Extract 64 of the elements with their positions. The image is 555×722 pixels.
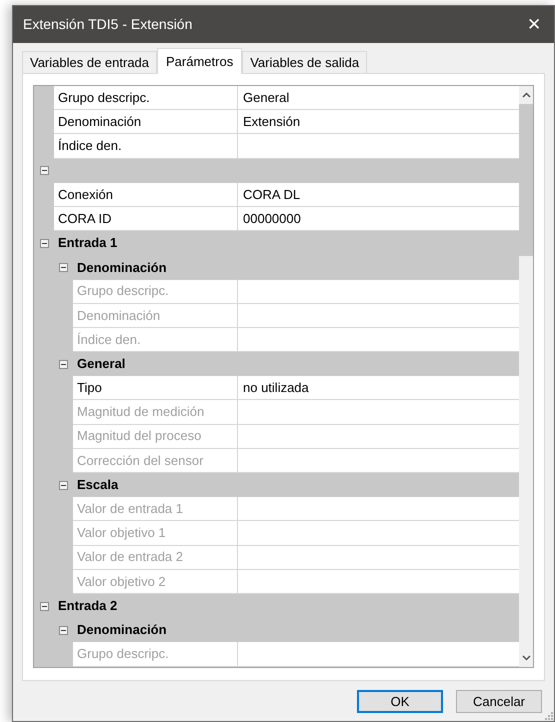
- property-name: Grupo descripc.: [73, 642, 238, 666]
- property-name: CORA ID: [54, 206, 238, 232]
- scrollbar[interactable]: [519, 86, 533, 667]
- property-name: Corrección del sensor: [73, 448, 238, 473]
- property-name: Tipo: [73, 376, 238, 400]
- property-value[interactable]: [238, 134, 519, 159]
- category-label: Entrada 1: [58, 234, 118, 252]
- collapse-icon[interactable]: [59, 480, 68, 490]
- dialog-button[interactable]: OK: [357, 690, 443, 713]
- property-name: Magnitud del proceso: [73, 424, 238, 449]
- collapse-icon[interactable]: [59, 262, 68, 272]
- dialog-button[interactable]: Cancelar: [456, 690, 542, 713]
- category-row[interactable]: Denominación: [34, 255, 519, 280]
- property-name: Índice den.: [73, 328, 238, 352]
- property-name: Índice den.: [54, 134, 238, 159]
- property-value[interactable]: 00000000: [238, 206, 519, 232]
- collapse-icon[interactable]: [59, 626, 68, 635]
- property-value[interactable]: [238, 304, 519, 328]
- collapse-icon[interactable]: [40, 602, 49, 611]
- property-name: Conexión: [54, 182, 238, 207]
- property-value[interactable]: [238, 424, 519, 449]
- tab[interactable]: Parámetros: [157, 48, 242, 74]
- category-label: Entrada 2: [58, 597, 118, 616]
- property-name: Grupo descripc.: [54, 86, 238, 110]
- property-value[interactable]: [238, 328, 519, 352]
- category-label: Escala: [77, 476, 118, 494]
- property-value[interactable]: [238, 448, 519, 473]
- category-label: Denominación: [77, 258, 167, 277]
- scroll-up-icon[interactable]: [522, 92, 530, 98]
- property-value[interactable]: CORA DL: [238, 182, 519, 207]
- tab[interactable]: Variables de salida: [242, 51, 368, 73]
- property-value[interactable]: [238, 546, 519, 570]
- property-value[interactable]: [238, 570, 519, 594]
- property-value[interactable]: no utilizada: [238, 376, 519, 400]
- category-row[interactable]: Escala: [34, 473, 519, 498]
- tab[interactable]: Variables de entrada: [22, 51, 158, 73]
- collapse-icon[interactable]: [40, 238, 49, 248]
- window-title: Extensión TDI5 - Extensión: [22, 15, 192, 34]
- property-value[interactable]: [238, 280, 519, 304]
- property-value[interactable]: [238, 521, 519, 546]
- close-button[interactable]: ✕: [514, 6, 554, 43]
- category-row[interactable]: Entrada 1: [34, 231, 519, 256]
- property-value[interactable]: [238, 497, 519, 522]
- category-row[interactable]: Entrada 2: [34, 594, 519, 618]
- property-name: Denominación: [73, 304, 238, 328]
- property-name: Magnitud de medición: [73, 400, 238, 425]
- scroll-down-icon[interactable]: [522, 655, 530, 661]
- resize-grip-icon[interactable]: [543, 710, 553, 720]
- property-value[interactable]: Extensión: [238, 110, 519, 134]
- category-row[interactable]: Denominación: [34, 618, 519, 642]
- collapse-icon[interactable]: [40, 166, 49, 176]
- property-name: Valor objetivo 2: [73, 570, 238, 594]
- collapse-icon[interactable]: [59, 360, 68, 369]
- property-value[interactable]: [238, 400, 519, 425]
- property-name: Valor de entrada 1: [73, 497, 238, 522]
- category-label: General: [77, 355, 126, 374]
- category-label: Denominación: [77, 621, 167, 640]
- scroll-thumb[interactable]: [519, 104, 533, 256]
- property-value[interactable]: General: [238, 86, 519, 110]
- property-name: Grupo descripc.: [73, 280, 238, 304]
- property-name: Denominación: [54, 110, 238, 134]
- property-name: Valor objetivo 1: [73, 521, 238, 546]
- property-name: Valor de entrada 2: [73, 546, 238, 570]
- category-row[interactable]: General: [34, 352, 519, 376]
